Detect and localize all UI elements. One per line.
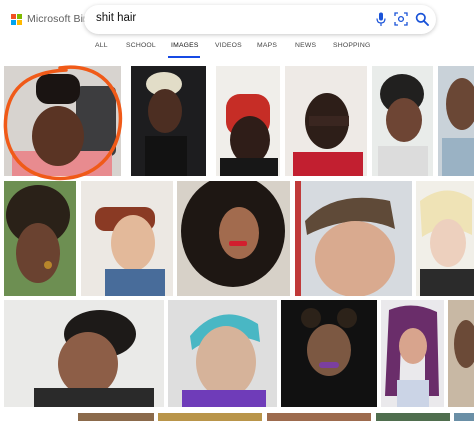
- image-result[interactable]: [448, 300, 474, 407]
- microsoft-logo-icon: [11, 13, 22, 25]
- active-tab-underline: [168, 56, 200, 58]
- search-icon[interactable]: [415, 12, 429, 26]
- image-result[interactable]: [177, 181, 290, 296]
- tab-videos[interactable]: VIDEOS: [215, 42, 242, 49]
- image-result[interactable]: [4, 300, 164, 407]
- image-result[interactable]: [158, 413, 262, 421]
- tab-school[interactable]: SCHOOL: [126, 42, 156, 49]
- image-result[interactable]: [4, 181, 76, 296]
- top-bar: Microsoft Bing shit hair ALL SCHOOL IMAG…: [0, 0, 474, 62]
- image-result[interactable]: [4, 66, 121, 176]
- microphone-icon[interactable]: [375, 12, 387, 27]
- image-result[interactable]: [376, 413, 450, 421]
- tab-images[interactable]: IMAGES: [171, 42, 199, 49]
- tab-maps[interactable]: MAPS: [257, 42, 277, 49]
- tab-all[interactable]: ALL: [95, 42, 108, 49]
- image-result[interactable]: [295, 181, 412, 296]
- visual-search-icon[interactable]: [394, 12, 408, 26]
- image-result[interactable]: [131, 66, 206, 176]
- tab-shopping[interactable]: SHOPPING: [333, 42, 370, 49]
- image-result[interactable]: [81, 181, 173, 296]
- image-result[interactable]: [267, 413, 371, 421]
- image-result[interactable]: [281, 300, 377, 407]
- bing-logo[interactable]: Microsoft Bing: [11, 13, 95, 25]
- image-result[interactable]: [416, 181, 474, 296]
- search-tabs: ALL SCHOOL IMAGES VIDEOS MAPS NEWS SHOPP…: [0, 41, 474, 59]
- image-result[interactable]: [381, 300, 444, 407]
- image-result[interactable]: [454, 413, 474, 421]
- image-result[interactable]: [285, 66, 367, 176]
- image-result[interactable]: [168, 300, 277, 407]
- image-results-grid: [0, 62, 474, 421]
- search-box[interactable]: shit hair: [84, 5, 436, 34]
- image-result[interactable]: [78, 413, 154, 421]
- image-result[interactable]: [216, 66, 280, 176]
- search-input[interactable]: shit hair: [96, 12, 136, 24]
- image-result[interactable]: [438, 66, 474, 176]
- image-result[interactable]: [372, 66, 433, 176]
- tab-news[interactable]: NEWS: [295, 42, 316, 49]
